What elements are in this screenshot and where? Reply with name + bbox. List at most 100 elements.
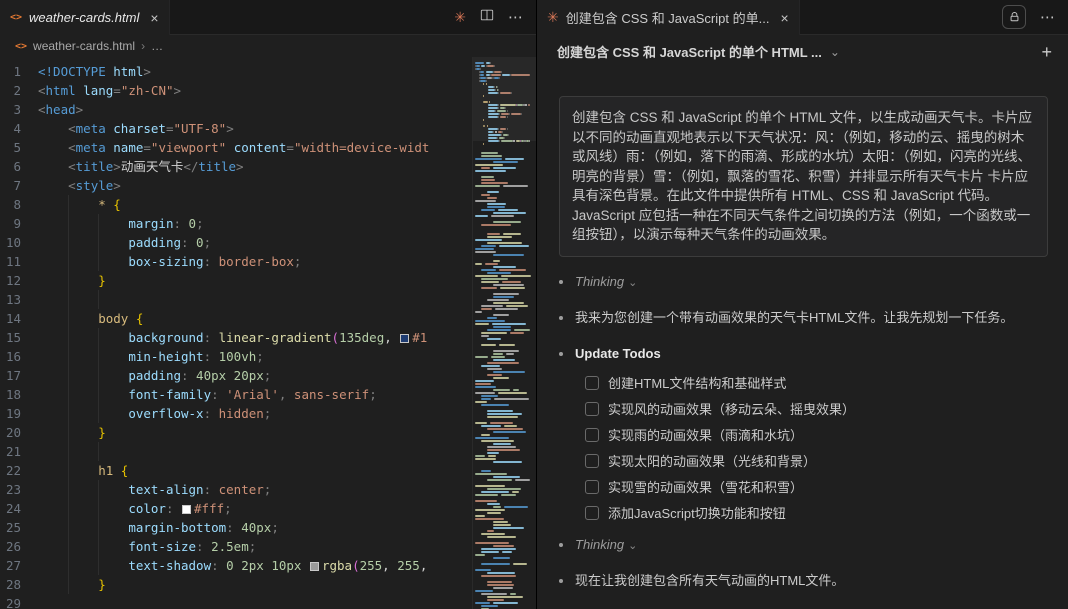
breadcrumb[interactable]: <> weather-cards.html › … (0, 35, 536, 57)
todo-checkbox[interactable] (585, 479, 599, 494)
thinking-item[interactable]: Thinking ⌄ (559, 535, 1048, 556)
todo-checkbox[interactable] (585, 401, 599, 416)
minimap[interactable] (472, 57, 536, 609)
line-content: * { (38, 195, 472, 214)
chevron-down-icon[interactable]: ⌄ (830, 45, 840, 59)
todo-checkbox[interactable] (585, 453, 599, 468)
code-token: 0 2px 10px (218, 558, 309, 573)
line-content: h1 { (38, 461, 472, 480)
panel-tab-bar: ✳ 创建包含 CSS 和 JavaScript 的单... × ⋯ (537, 0, 1068, 35)
color-swatch (309, 562, 319, 571)
code-token: "UTF-8" (173, 121, 227, 136)
indent-guide (68, 518, 70, 537)
chat-body[interactable]: 创建包含 CSS 和 JavaScript 的单个 HTML 文件，以生成动画天… (537, 68, 1068, 609)
line-content: overflow-x: hidden; (38, 404, 472, 423)
vscode-window: <> weather-cards.html × ✳ ⋯ <> weather-c… (0, 0, 1068, 609)
panel-actions: ⋯ (990, 0, 1068, 34)
indent-guide (98, 366, 100, 385)
code-line: 21 (0, 442, 472, 461)
breadcrumb-more[interactable]: … (151, 39, 163, 53)
line-number: 7 (13, 178, 21, 193)
code-token: : (211, 558, 219, 573)
close-tab-icon[interactable]: × (150, 10, 158, 26)
code-token: ( (331, 330, 340, 345)
code-editor[interactable]: 1 <!DOCTYPE html> 2 <html lang="zh-CN"> 3 <he… (0, 57, 536, 609)
code-token: = (165, 121, 174, 136)
line-content: <!DOCTYPE html> (38, 62, 472, 81)
code-line: 23 text-align: center; (0, 480, 472, 499)
minimap-viewport[interactable] (473, 57, 536, 141)
code-token: > (75, 102, 84, 117)
code-token: text-shadow (128, 558, 212, 573)
line-number: 8 (13, 197, 21, 212)
code-token: = (143, 140, 151, 155)
todo-item: 实现雨的动画效果（雨滴和水坑） (585, 427, 1048, 443)
line-number: 15 (5, 330, 21, 345)
code-token: #1 (412, 330, 428, 345)
todos-heading: Update Todos (559, 344, 1048, 363)
close-tab-icon[interactable]: × (780, 10, 788, 26)
line-number: 11 (5, 254, 21, 269)
indent-guide (68, 328, 70, 347)
code-token: ( (352, 558, 360, 573)
code-line: 27 text-shadow: 0 2px 10px rgba(255, 255… (0, 556, 472, 575)
code-token: ; (271, 520, 279, 535)
todo-item: 添加JavaScript切换功能和按钮 (585, 505, 1048, 521)
todo-item: 实现风的动画效果（移动云朵、摇曳效果） (585, 401, 1048, 417)
code-lines[interactable]: 1 <!DOCTYPE html> 2 <html lang="zh-CN"> 3 <he… (0, 57, 472, 609)
claude-panel: ✳ 创建包含 CSS 和 JavaScript 的单... × ⋯ 创建包含 C… (537, 0, 1068, 609)
claude-icon: ✳ (547, 9, 559, 25)
more-actions-icon[interactable]: ⋯ (508, 8, 524, 26)
todo-label: 实现太阳的动画效果（光线和背景） (608, 454, 817, 469)
line-content: padding: 0; (38, 233, 472, 252)
more-actions-icon[interactable]: ⋯ (1040, 8, 1056, 26)
code-token: html (45, 83, 76, 98)
code-token: > (113, 159, 121, 174)
line-number: 22 (5, 463, 21, 478)
code-token: sans-serif (286, 387, 370, 402)
line-number: 3 (13, 102, 21, 117)
minimap-content (473, 62, 536, 609)
code-line: 1 <!DOCTYPE html> (0, 62, 472, 81)
indent-guide (68, 347, 70, 366)
breadcrumb-file[interactable]: weather-cards.html (33, 39, 135, 53)
code-line: 19 overflow-x: hidden; (0, 404, 472, 423)
chat-items: Thinking ⌄ 我来为您创建一个带有动画效果的天气卡HTML文件。让我先规划一… (559, 272, 1048, 590)
indent-guide (68, 404, 70, 423)
code-token: } (98, 425, 106, 440)
indent-guide (68, 499, 70, 518)
code-line: 15 background: linear-gradient(135deg, #… (0, 328, 472, 347)
line-number: 16 (5, 349, 21, 364)
code-token: ; (196, 216, 204, 231)
line-number: 18 (5, 387, 21, 402)
thinking-item[interactable]: Thinking ⌄ (559, 272, 1048, 293)
todo-checkbox[interactable] (585, 375, 599, 390)
line-content: <meta name="viewport" content="width=dev… (38, 138, 472, 157)
new-session-button[interactable]: + (1041, 43, 1052, 61)
todo-label: 实现雨的动画效果（雨滴和水坑） (608, 428, 804, 443)
indent-guide (98, 328, 100, 347)
todo-checkbox[interactable] (585, 505, 599, 520)
claude-icon[interactable]: ✳ (454, 9, 466, 26)
indent-guide (68, 385, 70, 404)
tab-title: weather-cards.html (29, 10, 140, 25)
todo-checkbox[interactable] (585, 427, 599, 442)
split-editor-icon[interactable] (480, 8, 494, 27)
lock-icon[interactable] (1002, 5, 1026, 29)
code-token: "zh-CN" (120, 83, 174, 98)
tab-claude-session[interactable]: ✳ 创建包含 CSS 和 JavaScript 的单... × (537, 0, 800, 35)
code-token: color (128, 501, 166, 516)
code-token: rgba (321, 558, 353, 573)
line-number: 29 (5, 596, 21, 609)
session-title[interactable]: 创建包含 CSS 和 JavaScript 的单个 HTML ... (557, 42, 822, 61)
tab-weather-cards[interactable]: <> weather-cards.html × (0, 0, 170, 35)
